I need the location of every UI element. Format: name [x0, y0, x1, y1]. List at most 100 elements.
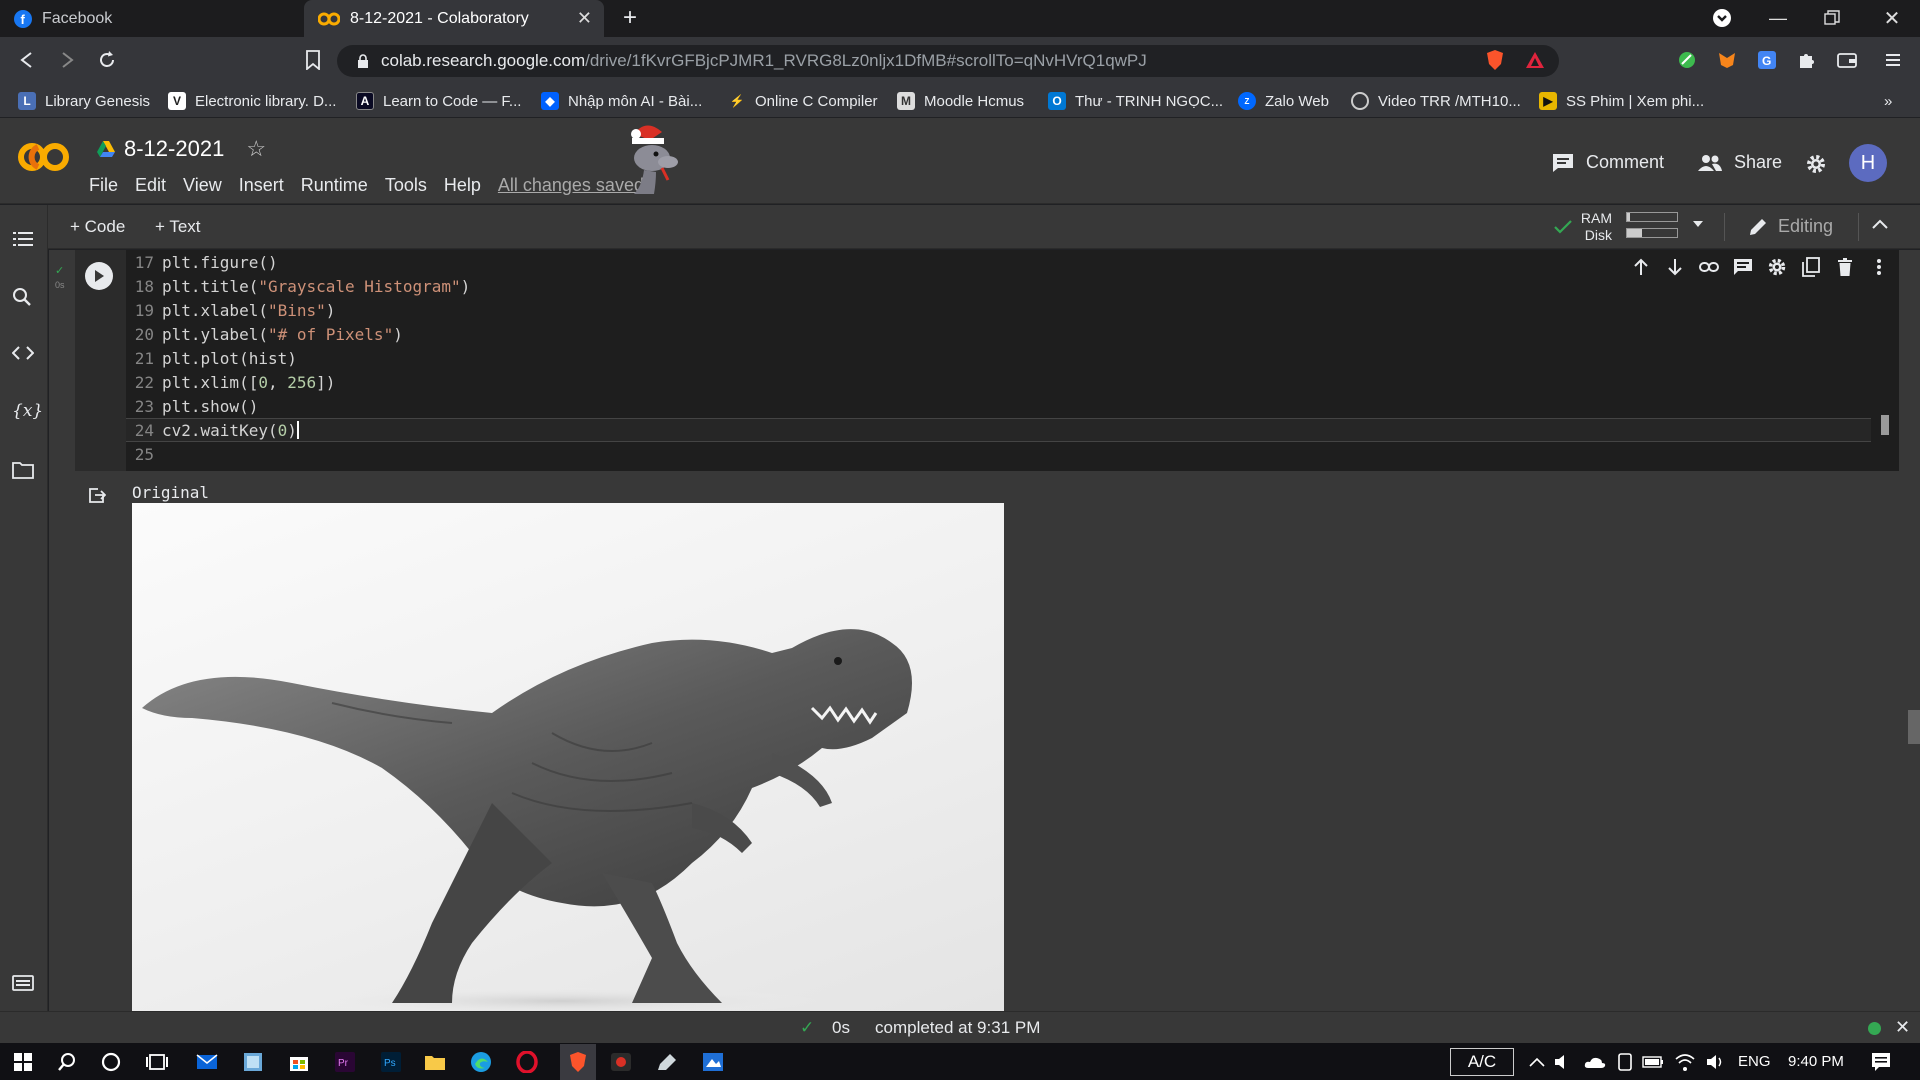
bookmark-freecodecamp[interactable]: A Learn to Code — F...: [356, 90, 521, 112]
collapse-header-icon[interactable]: [1872, 219, 1888, 229]
disk-usage-bar[interactable]: [1626, 228, 1678, 238]
speaker-icon[interactable]: [1702, 1049, 1728, 1075]
app-red-icon[interactable]: [608, 1049, 634, 1075]
cell-settings-gear-icon[interactable]: [1767, 257, 1787, 277]
colab-logo[interactable]: [18, 140, 70, 174]
ac-indicator[interactable]: A/C: [1450, 1048, 1514, 1076]
output-actions-icon[interactable]: [87, 485, 107, 505]
restore-icon[interactable]: [1822, 8, 1842, 28]
editing-mode-button[interactable]: Editing: [1748, 216, 1833, 237]
minimize-icon[interactable]: —: [1766, 6, 1790, 30]
brave-taskbar-icon[interactable]: [560, 1044, 596, 1080]
resources-dropdown-icon[interactable]: [1692, 220, 1704, 228]
delete-cell-icon[interactable]: [1835, 257, 1855, 277]
more-bookmarks-icon[interactable]: »: [1884, 90, 1892, 112]
bookmark-library-genesis[interactable]: L Library Genesis: [18, 90, 150, 112]
new-tab-button[interactable]: +: [618, 4, 642, 31]
ram-usage-bar[interactable]: [1626, 212, 1678, 222]
code-line[interactable]: 21 plt.plot(hist): [126, 346, 1871, 370]
tab-search-icon[interactable]: [1712, 8, 1732, 28]
code-cell[interactable]: 17 plt.figure() 18 plt.title("Grayscale His…: [75, 250, 1899, 471]
menu-file[interactable]: File: [89, 175, 118, 196]
settings-gear-icon[interactable]: [1804, 152, 1828, 176]
opera-browser-icon[interactable]: [514, 1049, 540, 1075]
menu-help[interactable]: Help: [444, 175, 481, 196]
google-translate-icon[interactable]: G: [1756, 49, 1778, 71]
code-line[interactable]: 17 plt.figure(): [126, 250, 1871, 274]
command-palette-icon[interactable]: [12, 975, 36, 999]
code-line[interactable]: 20 plt.ylabel("# of Pixels"): [126, 322, 1871, 346]
notebook-title[interactable]: 8-12-2021: [124, 136, 224, 162]
table-of-contents-icon[interactable]: [12, 229, 36, 253]
bookmark-online-c-compiler[interactable]: ⚡ Online C Compiler: [728, 90, 878, 112]
brave-rewards-icon[interactable]: [1524, 49, 1546, 71]
reload-icon[interactable]: [96, 49, 118, 71]
close-tab-icon[interactable]: ✕: [577, 8, 592, 29]
files-folder-icon[interactable]: [12, 461, 36, 485]
bookmark-nhap-mon-ai[interactable]: ◆ Nhập môn AI - Bài...: [541, 90, 702, 112]
close-status-icon[interactable]: ✕: [1895, 1017, 1910, 1038]
add-text-button[interactable]: + Text: [155, 217, 201, 237]
app-blue-icon[interactable]: [700, 1049, 726, 1075]
bookmark-moodle-hcmus[interactable]: M Moodle Hcmus: [897, 90, 1024, 112]
input-language[interactable]: ENG: [1738, 1053, 1771, 1070]
code-line[interactable]: 19 plt.xlabel("Bins"): [126, 298, 1871, 322]
comment-button[interactable]: Comment: [1552, 152, 1664, 173]
bookmark-outlook-mail[interactable]: O Thư - TRINH NGỌC...: [1048, 90, 1223, 112]
brave-shield-icon[interactable]: [1484, 49, 1506, 71]
browser-menu-icon[interactable]: [1882, 49, 1904, 71]
wallet-icon[interactable]: [1836, 49, 1858, 71]
volume-small-icon[interactable]: [1550, 1049, 1576, 1075]
tab-colab[interactable]: 8-12-2021 - Colaboratory ✕: [304, 0, 604, 37]
code-line[interactable]: 23 plt.show(): [126, 394, 1871, 418]
add-comment-icon[interactable]: [1733, 257, 1753, 277]
address-bar[interactable]: colab.research.google.com /drive/1fKvrGF…: [337, 45, 1559, 77]
editor-scrollbar-thumb[interactable]: [1881, 415, 1889, 435]
bookmark-video-trr[interactable]: Video TRR /MTH10...: [1351, 90, 1521, 112]
link-icon[interactable]: [1699, 257, 1719, 277]
bookmark-icon[interactable]: [302, 49, 324, 71]
cortana-icon[interactable]: [98, 1049, 124, 1075]
code-line[interactable]: 22 plt.xlim([0, 256]): [126, 370, 1871, 394]
code-line[interactable]: 18 plt.title("Grayscale Histogram"): [126, 274, 1871, 298]
code-line[interactable]: 25: [126, 442, 1871, 466]
menu-runtime[interactable]: Runtime: [301, 175, 368, 196]
user-avatar[interactable]: H: [1849, 144, 1887, 182]
battery-icon[interactable]: [1640, 1049, 1666, 1075]
search-icon[interactable]: [12, 287, 36, 311]
metamask-icon[interactable]: [1716, 49, 1738, 71]
file-explorer-icon[interactable]: [422, 1049, 448, 1075]
bookmark-ss-phim[interactable]: ▶ SS Phim | Xem phi...: [1539, 90, 1704, 112]
wifi-icon[interactable]: [1672, 1049, 1698, 1075]
back-icon[interactable]: [16, 49, 38, 71]
menu-view[interactable]: View: [183, 175, 222, 196]
premiere-app-icon[interactable]: Pr: [332, 1049, 358, 1075]
forward-icon[interactable]: [56, 49, 78, 71]
windows-start-icon[interactable]: [10, 1049, 36, 1075]
more-options-icon[interactable]: [1869, 257, 1889, 277]
task-view-icon[interactable]: [144, 1049, 170, 1075]
menu-insert[interactable]: Insert: [239, 175, 284, 196]
variables-icon[interactable]: {x}: [12, 401, 43, 425]
menu-edit[interactable]: Edit: [135, 175, 166, 196]
photos-app-icon[interactable]: [240, 1049, 266, 1075]
menu-tools[interactable]: Tools: [385, 175, 427, 196]
move-cell-down-icon[interactable]: [1665, 257, 1685, 277]
mirror-cell-icon[interactable]: [1801, 257, 1821, 277]
page-scrollbar-thumb[interactable]: [1908, 710, 1920, 744]
move-cell-up-icon[interactable]: [1631, 257, 1651, 277]
bookmark-electronic-library[interactable]: V Electronic library. D...: [168, 90, 336, 112]
onedrive-icon[interactable]: [1582, 1049, 1608, 1075]
notifications-icon[interactable]: [1868, 1049, 1894, 1075]
mail-app-icon[interactable]: [194, 1049, 220, 1075]
close-window-icon[interactable]: ✕: [1880, 6, 1904, 30]
bookmark-zalo-web[interactable]: Z Zalo Web: [1238, 90, 1329, 112]
code-editor[interactable]: 17 plt.figure() 18 plt.title("Grayscale His…: [126, 250, 1899, 471]
app-pen-icon[interactable]: [654, 1049, 680, 1075]
edge-browser-icon[interactable]: [468, 1049, 494, 1075]
tab-facebook[interactable]: f Facebook: [0, 0, 302, 37]
star-icon[interactable]: ☆: [246, 136, 266, 162]
store-app-icon[interactable]: [286, 1049, 312, 1075]
run-cell-button[interactable]: [85, 262, 113, 290]
code-line[interactable]: 24 cv2.waitKey(0): [126, 418, 1871, 442]
